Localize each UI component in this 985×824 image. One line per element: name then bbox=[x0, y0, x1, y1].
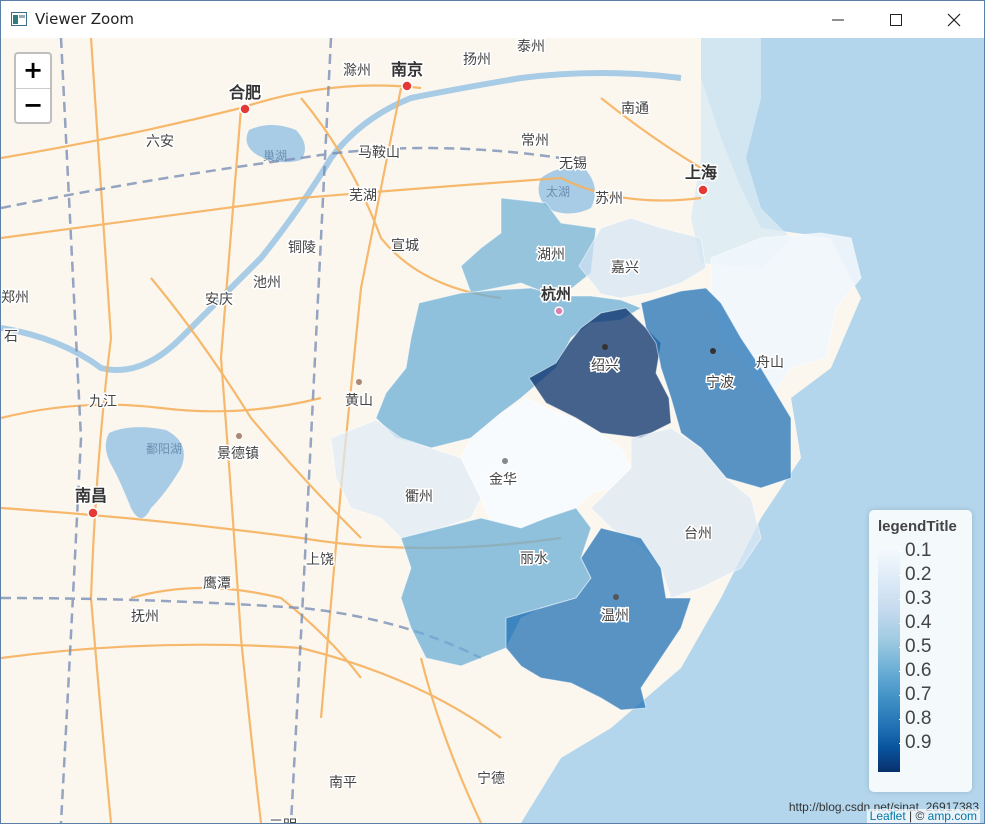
label-fuzhou-jx: 抚州 bbox=[131, 609, 159, 625]
label-jinhua: 金华 bbox=[489, 472, 517, 488]
minimize-button[interactable] bbox=[809, 1, 867, 38]
attribution-separator: | © bbox=[905, 809, 928, 823]
label-yangzhou: 扬州 bbox=[463, 52, 491, 68]
legend: legendTitle 0.1 0.2 0.3 0.4 0.5 0.6 0.7 … bbox=[869, 510, 972, 792]
label-jiujiang: 九江 bbox=[89, 394, 117, 410]
label-huangshan: 黄山 bbox=[345, 392, 373, 409]
label-changzhou: 常州 bbox=[521, 133, 549, 149]
label-tongling: 铜陵 bbox=[288, 240, 316, 256]
legend-color-bar bbox=[878, 546, 900, 772]
label-chaohu: 巢湖 bbox=[263, 148, 287, 163]
label-taizhou-zj: 台州 bbox=[684, 526, 712, 542]
legend-label: 0.9 bbox=[898, 732, 932, 753]
label-luan: 六安 bbox=[146, 134, 174, 150]
label-wuhu: 芜湖 bbox=[349, 187, 377, 204]
label-nanjing: 南京 bbox=[391, 60, 423, 79]
label-shangrao: 上饶 bbox=[306, 552, 334, 568]
maximize-button[interactable] bbox=[867, 1, 925, 38]
label-taihu: 太湖 bbox=[546, 184, 570, 199]
label-shaoxing: 绍兴 bbox=[591, 358, 619, 374]
label-ningde: 宁德 bbox=[477, 770, 505, 787]
label-chizhou: 池州 bbox=[253, 275, 281, 291]
label-nantong: 南通 bbox=[621, 101, 649, 117]
viewer-window: Viewer Zoom 泰州 扬州 滁州 南京 合肥 六安 巢湖 马鞍山 常州 … bbox=[0, 0, 985, 824]
legend-title: legendTitle bbox=[878, 518, 957, 535]
map-canvas[interactable]: 泰州 扬州 滁州 南京 合肥 六安 巢湖 马鞍山 常州 南通 无锡 太湖 苏州 … bbox=[1, 38, 984, 823]
leaflet-link[interactable]: Leaflet bbox=[870, 809, 906, 823]
lake-poyang bbox=[105, 427, 184, 518]
map-view[interactable]: 泰州 扬州 滁州 南京 合肥 六安 巢湖 马鞍山 常州 南通 无锡 太湖 苏州 … bbox=[1, 38, 984, 823]
label-ningbo: 宁波 bbox=[706, 374, 734, 391]
label-hefei: 合肥 bbox=[229, 83, 261, 102]
zoom-in-button[interactable]: + bbox=[16, 54, 50, 89]
label-anqing: 安庆 bbox=[205, 292, 233, 308]
label-chuzhou: 滁州 bbox=[343, 63, 371, 79]
zoom-control: + − bbox=[14, 52, 52, 124]
minimize-icon bbox=[832, 19, 844, 20]
label-suzhou: 苏州 bbox=[595, 191, 623, 207]
amap-link[interactable]: amp.com bbox=[928, 809, 977, 823]
label-nanping: 南平 bbox=[329, 775, 357, 791]
map-attribution: Leaflet | © amp.com bbox=[866, 809, 980, 823]
title-bar[interactable]: Viewer Zoom bbox=[1, 1, 984, 38]
label-sanming: 三明 bbox=[269, 818, 297, 823]
label-poyang: 鄱阳湖 bbox=[146, 441, 182, 456]
label-xuancheng: 宣城 bbox=[391, 238, 419, 254]
legend-label: 0.7 bbox=[898, 684, 932, 705]
label-maanshan: 马鞍山 bbox=[358, 145, 400, 161]
legend-label: 0.2 bbox=[898, 564, 932, 585]
label-shanghai: 上海 bbox=[685, 163, 717, 182]
close-icon bbox=[947, 13, 961, 26]
label-wenzhou: 温州 bbox=[601, 608, 629, 624]
label-hangzhou: 杭州 bbox=[541, 285, 571, 303]
label-zhengzhou: 郑州 bbox=[1, 290, 29, 306]
label-huzhou: 湖州 bbox=[537, 247, 565, 263]
label-zhoushan: 舟山 bbox=[756, 355, 784, 371]
maximize-icon bbox=[890, 13, 902, 26]
app-icon bbox=[11, 12, 27, 26]
label-wuxi: 无锡 bbox=[559, 156, 587, 172]
label-jingdezhen: 景德镇 bbox=[217, 446, 259, 462]
close-button[interactable] bbox=[925, 1, 983, 38]
legend-label: 0.1 bbox=[898, 540, 932, 561]
label-lishui: 丽水 bbox=[520, 551, 548, 567]
region-jiaxing[interactable] bbox=[578, 217, 707, 299]
legend-label: 0.8 bbox=[898, 708, 932, 729]
zoom-out-button[interactable]: − bbox=[16, 89, 50, 123]
legend-label: 0.6 bbox=[898, 660, 932, 681]
label-jiaxing: 嘉兴 bbox=[611, 260, 639, 276]
window-title: Viewer Zoom bbox=[35, 10, 135, 28]
label-nanchang: 南昌 bbox=[75, 486, 107, 505]
label-yingtan: 鹰潭 bbox=[203, 575, 231, 592]
label-shi: 石 bbox=[4, 329, 18, 345]
legend-label: 0.3 bbox=[898, 588, 932, 609]
label-quzhou: 衢州 bbox=[405, 488, 433, 505]
legend-label: 0.5 bbox=[898, 636, 932, 657]
label-taizhou-js: 泰州 bbox=[517, 39, 545, 55]
legend-label: 0.4 bbox=[898, 612, 932, 633]
